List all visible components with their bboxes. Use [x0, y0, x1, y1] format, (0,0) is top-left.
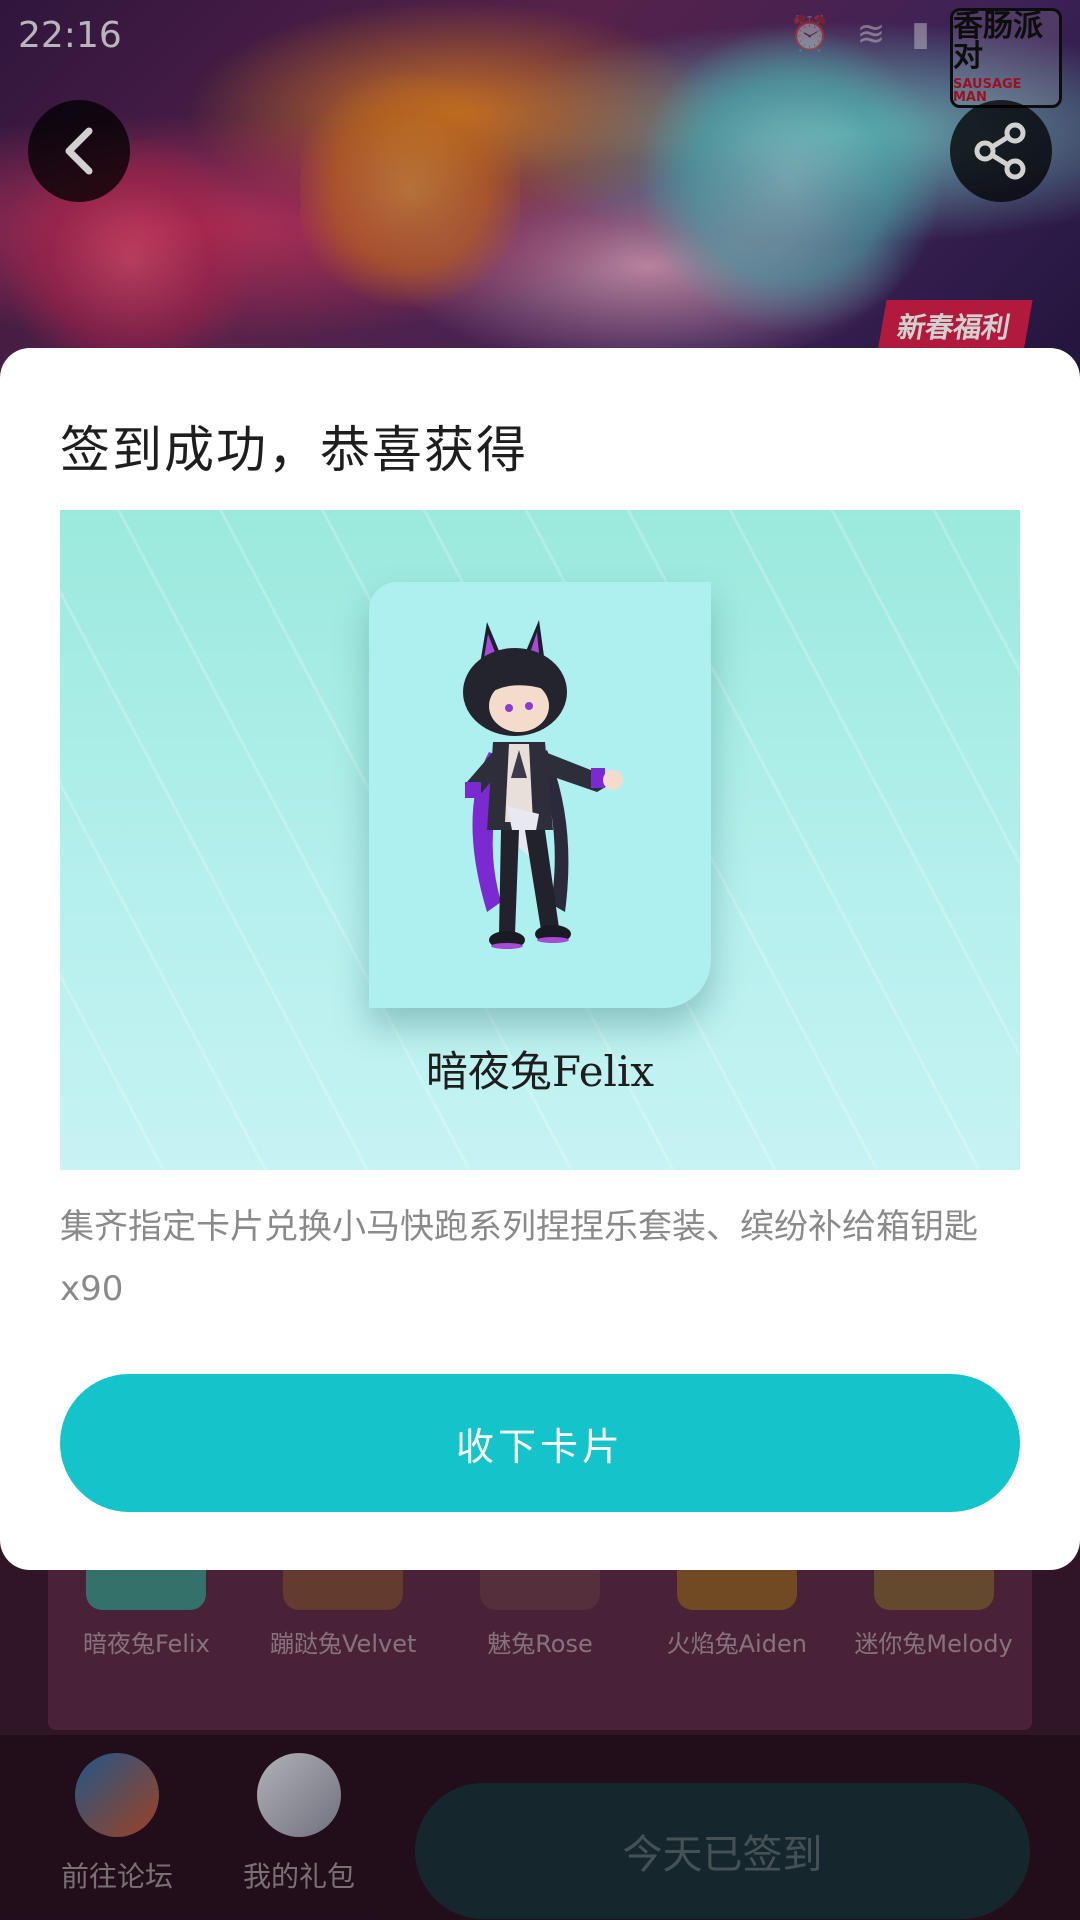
character-figure [463, 620, 623, 949]
reward-description: 集齐指定卡片兑换小马快跑系列捏捏乐套装、缤纷补给箱钥匙x90 [60, 1207, 978, 1309]
screen: 22:16 ⏰ ≋ ▮ 香肠派对 SAUSAGE MAN 新春福利 暗夜兔Fel… [0, 0, 1080, 1920]
reward-card [369, 582, 711, 1008]
modal-title: 签到成功，恭喜获得 [60, 421, 528, 479]
checkin-success-modal: 签到成功，恭喜获得 暗夜兔Felix 集齐指定卡片兑换小马快跑系列捏捏乐套装、缤… [0, 348, 1080, 1570]
reward-card-name: 暗夜兔Felix [425, 1047, 655, 1096]
reward-display: 暗夜兔Felix [60, 510, 1020, 1170]
accept-card-button[interactable]: 收下卡片 [60, 1374, 1020, 1512]
